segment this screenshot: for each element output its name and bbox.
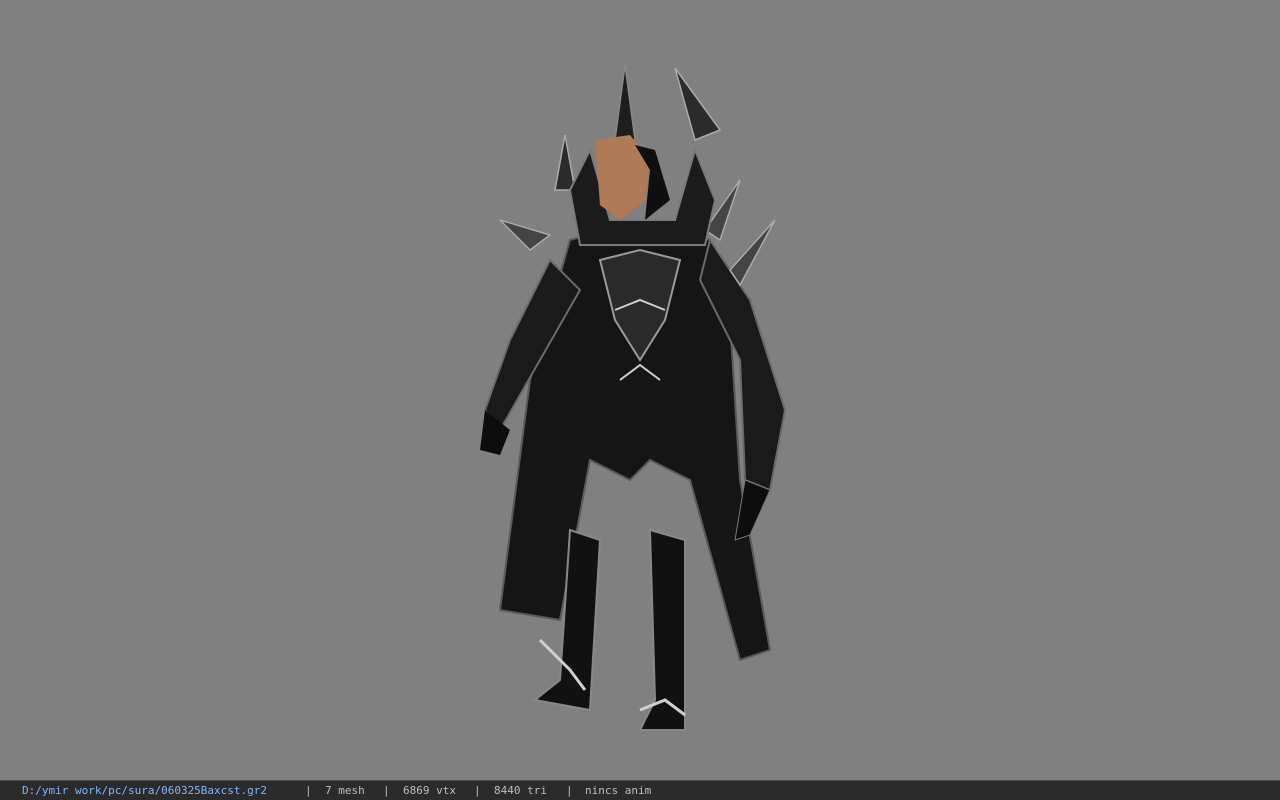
triangle-count-text: 8440 tri	[494, 784, 547, 797]
status-separator: |	[383, 784, 390, 797]
status-separator: |	[474, 784, 481, 797]
status-separator: |	[566, 784, 573, 797]
mesh-count-text: 7 mesh	[325, 784, 365, 797]
3d-viewport[interactable]	[0, 0, 1280, 780]
file-path-text: D:/ymir work/pc/sura/060325Baxcst.gr2	[22, 784, 268, 797]
animation-status-text: nincs anim	[585, 784, 652, 797]
status-bar: D:/ymir work/pc/sura/060325Baxcst.gr2 | …	[0, 780, 1280, 800]
status-separator: |	[305, 784, 312, 797]
vertex-count-text: 6869 vtx	[403, 784, 456, 797]
character-model-icon	[480, 64, 787, 731]
